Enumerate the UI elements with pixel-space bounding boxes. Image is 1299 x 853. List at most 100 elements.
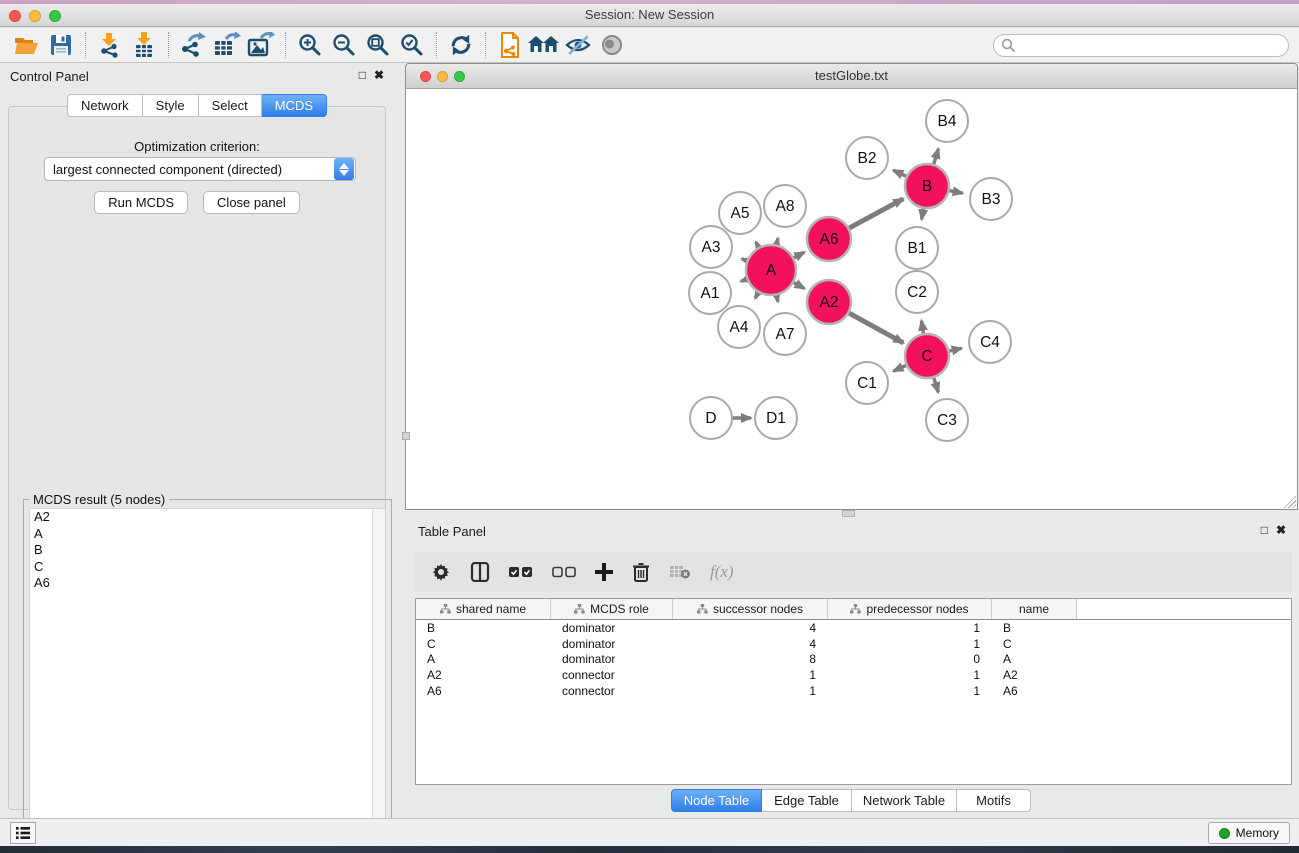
network-view-window: testGlobe.txt B4B2BB3A8A5A6A3B1AA1C2A2A4… bbox=[405, 63, 1298, 510]
zoom-selected-icon[interactable] bbox=[395, 30, 429, 60]
tab-mcds[interactable]: MCDS bbox=[262, 94, 327, 117]
table-toolbar: f(x) bbox=[415, 552, 1292, 592]
tab-network[interactable]: Network bbox=[67, 94, 143, 117]
node-label-C2: C2 bbox=[907, 284, 927, 301]
houses-icon[interactable] bbox=[527, 30, 561, 60]
cell-MCDS-role: connector bbox=[551, 684, 673, 698]
save-session-icon[interactable] bbox=[44, 30, 78, 60]
refresh-layout-icon[interactable] bbox=[444, 30, 478, 60]
node-label-A3: A3 bbox=[702, 239, 721, 256]
zoom-fit-icon[interactable] bbox=[361, 30, 395, 60]
node-label-A2: A2 bbox=[820, 294, 839, 311]
column-header-successor-nodes[interactable]: successor nodes bbox=[673, 599, 828, 619]
export-table-icon[interactable] bbox=[210, 30, 244, 60]
status-bar: Memory bbox=[0, 818, 1299, 846]
edge-A2-C[interactable] bbox=[847, 312, 904, 343]
mcds-result-list[interactable]: A2ABCA6 bbox=[29, 508, 386, 838]
table-row[interactable]: Cdominator41C bbox=[416, 636, 1291, 652]
network-graph-svg: B4B2BB3A8A5A6A3B1AA1C2A2A4A7C4CC1C3DD1 bbox=[406, 89, 1297, 509]
table-row[interactable]: Bdominator41B bbox=[416, 620, 1291, 636]
float-table-panel-icon[interactable]: □ bbox=[1261, 523, 1268, 537]
delete-column-icon[interactable] bbox=[632, 562, 650, 582]
import-network-icon[interactable] bbox=[93, 30, 127, 60]
hierarchy-icon bbox=[697, 604, 708, 614]
node-label-B: B bbox=[922, 178, 932, 195]
eye-slash-icon[interactable] bbox=[561, 30, 595, 60]
table-row[interactable]: A6connector11A6 bbox=[416, 683, 1291, 699]
tab-style[interactable]: Style bbox=[143, 94, 199, 117]
node-label-B4: B4 bbox=[938, 113, 957, 130]
toolbar-search-field[interactable] bbox=[993, 34, 1289, 57]
memory-status-dot bbox=[1219, 828, 1230, 839]
dropdown-stepper-icon bbox=[334, 158, 354, 180]
column-header-name[interactable]: name bbox=[992, 599, 1077, 619]
zoom-out-icon[interactable] bbox=[327, 30, 361, 60]
float-panel-icon[interactable]: □ bbox=[359, 68, 366, 82]
edge-A6-B[interactable] bbox=[847, 199, 904, 230]
close-panel-icon[interactable]: ✖ bbox=[374, 68, 384, 82]
cell-name: A2 bbox=[992, 668, 1077, 682]
export-image-icon[interactable] bbox=[244, 30, 278, 60]
eye-icon[interactable] bbox=[595, 30, 629, 60]
tab-edge-table[interactable]: Edge Table bbox=[762, 789, 852, 812]
close-table-panel-icon[interactable]: ✖ bbox=[1276, 523, 1286, 537]
result-list-scrollbar[interactable] bbox=[372, 509, 385, 837]
tab-select[interactable]: Select bbox=[199, 94, 262, 117]
zoom-window-button[interactable] bbox=[49, 10, 61, 22]
network-zoom-button[interactable] bbox=[454, 71, 465, 82]
optimization-criterion-label: Optimization criterion: bbox=[9, 139, 385, 154]
document-network-icon[interactable] bbox=[493, 30, 527, 60]
result-item: A2 bbox=[30, 509, 385, 526]
export-network-icon[interactable] bbox=[176, 30, 210, 60]
cell-successor-nodes: 4 bbox=[673, 637, 828, 651]
window-title: Session: New Session bbox=[0, 4, 1299, 26]
cell-name: A bbox=[992, 652, 1077, 666]
open-session-icon[interactable] bbox=[10, 30, 44, 60]
node-table[interactable]: shared nameMCDS rolesuccessor nodesprede… bbox=[415, 598, 1292, 785]
network-minimize-button[interactable] bbox=[437, 71, 448, 82]
close-window-button[interactable] bbox=[9, 10, 21, 22]
gear-icon[interactable] bbox=[431, 562, 451, 582]
add-column-icon[interactable] bbox=[595, 563, 613, 581]
task-list-button[interactable] bbox=[10, 822, 36, 844]
search-input[interactable] bbox=[1015, 38, 1281, 52]
table-row[interactable]: A2connector11A2 bbox=[416, 667, 1291, 683]
delete-table-icon bbox=[669, 564, 691, 580]
table-row[interactable]: Adominator80A bbox=[416, 652, 1291, 668]
memory-label: Memory bbox=[1236, 826, 1279, 840]
network-window-titlebar[interactable]: testGlobe.txt bbox=[406, 64, 1297, 89]
control-panel-title: Control Panel bbox=[10, 69, 89, 84]
cell-MCDS-role: dominator bbox=[551, 652, 673, 666]
import-table-icon[interactable] bbox=[127, 30, 161, 60]
tab-node-table[interactable]: Node Table bbox=[671, 789, 762, 812]
node-label-A6: A6 bbox=[820, 231, 839, 248]
network-canvas[interactable]: B4B2BB3A8A5A6A3B1AA1C2A2A4A7C4CC1C3DD1 bbox=[406, 89, 1297, 509]
tab-motifs[interactable]: Motifs bbox=[957, 789, 1031, 812]
function-builder-icon: f(x) bbox=[710, 562, 734, 582]
horizontal-splitter-grip[interactable] bbox=[842, 510, 855, 517]
hierarchy-icon bbox=[850, 604, 861, 614]
column-header-MCDS-role[interactable]: MCDS role bbox=[551, 599, 673, 619]
deselect-all-icon[interactable] bbox=[552, 566, 576, 578]
node-label-B2: B2 bbox=[858, 150, 877, 167]
zoom-in-icon[interactable] bbox=[293, 30, 327, 60]
network-close-button[interactable] bbox=[420, 71, 431, 82]
minimize-window-button[interactable] bbox=[29, 10, 41, 22]
left-splitter-grip[interactable] bbox=[402, 432, 410, 440]
cell-predecessor-nodes: 1 bbox=[828, 668, 992, 682]
app-window: Session: New Session bbox=[0, 0, 1299, 853]
column-header-shared-name[interactable]: shared name bbox=[416, 599, 551, 619]
node-label-C4: C4 bbox=[980, 334, 1000, 351]
cell-shared-name: C bbox=[416, 637, 551, 651]
column-header-predecessor-nodes[interactable]: predecessor nodes bbox=[828, 599, 992, 619]
memory-button[interactable]: Memory bbox=[1208, 822, 1290, 844]
columns-icon[interactable] bbox=[470, 562, 490, 582]
node-label-B3: B3 bbox=[982, 191, 1001, 208]
select-all-icon[interactable] bbox=[509, 566, 533, 578]
optimization-criterion-dropdown[interactable]: largest connected component (directed) bbox=[44, 157, 356, 181]
traffic-lights bbox=[9, 10, 61, 22]
run-mcds-button[interactable]: Run MCDS bbox=[94, 191, 188, 214]
close-panel-button[interactable]: Close panel bbox=[203, 191, 300, 214]
tab-network-table[interactable]: Network Table bbox=[852, 789, 957, 812]
cell-predecessor-nodes: 1 bbox=[828, 637, 992, 651]
